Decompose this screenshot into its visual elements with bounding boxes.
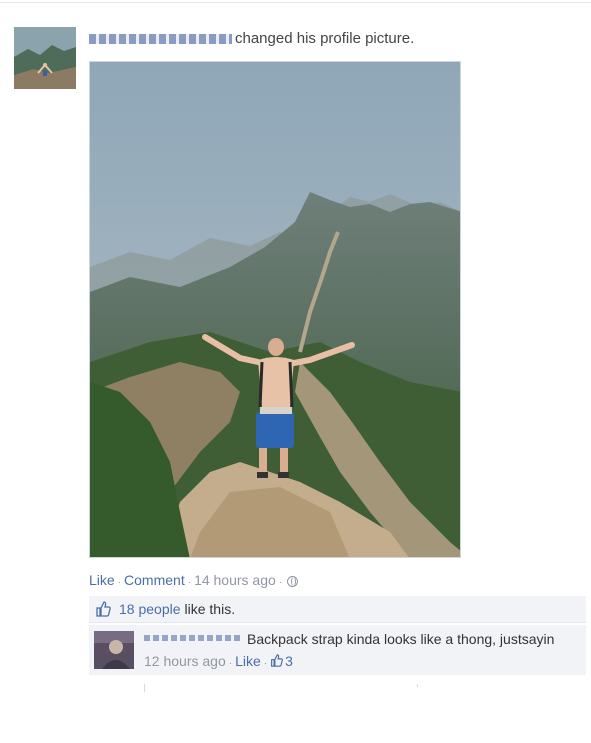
- story-action-text: changed his profile picture.: [235, 30, 415, 47]
- thumbs-up-icon: [95, 601, 111, 617]
- thumbs-up-icon: [271, 654, 283, 667]
- comment-text: Backpack strap kinda looks like a thong,…: [247, 631, 555, 647]
- globe-icon[interactable]: [287, 575, 299, 587]
- like-link[interactable]: Like: [89, 572, 115, 588]
- likers-link[interactable]: 18 people: [119, 601, 181, 617]
- top-divider: [0, 2, 591, 3]
- likes-suffix: like this.: [184, 601, 236, 617]
- likes-summary: 18 people like this.: [89, 596, 586, 623]
- author-name-redacted[interactable]: [89, 34, 232, 45]
- comment-link[interactable]: Comment: [124, 572, 185, 588]
- story-actions: Like · Comment · 14 hours ago ·: [89, 572, 299, 588]
- feedback-box: 18 people like this. Backpack strap kind…: [89, 596, 586, 675]
- comment-timestamp[interactable]: 12 hours ago: [144, 653, 226, 669]
- comment-item: Backpack strap kinda looks like a thong,…: [89, 625, 586, 675]
- divider-tick: [144, 684, 145, 692]
- story-headline: changed his profile picture.: [89, 30, 414, 47]
- comment-meta: 12 hours ago · Like · 3: [144, 653, 293, 669]
- comment-like-count[interactable]: 3: [270, 653, 293, 669]
- commenter-name-redacted[interactable]: [144, 635, 243, 641]
- comment-like-link[interactable]: Like: [235, 653, 261, 669]
- commenter-avatar[interactable]: [94, 631, 134, 669]
- author-avatar[interactable]: [14, 27, 76, 89]
- divider-tick: [417, 684, 418, 687]
- profile-photo[interactable]: [89, 61, 461, 558]
- timestamp[interactable]: 14 hours ago: [194, 572, 276, 588]
